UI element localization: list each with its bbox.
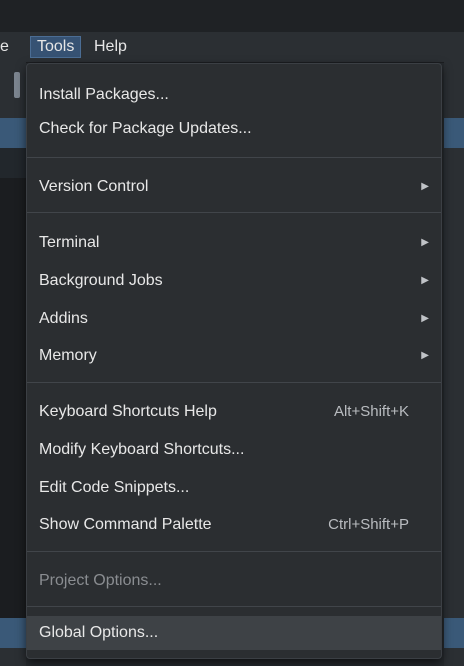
menu-item-version-control[interactable]: Version Control ▶: [27, 170, 441, 204]
menu-item-label: Edit Code Snippets...: [39, 479, 190, 496]
menu-separator: [27, 551, 441, 552]
menu-item-install-packages[interactable]: Install Packages...: [27, 78, 441, 112]
menu-item-label: Terminal: [39, 234, 100, 251]
menu-tools[interactable]: Tools: [30, 36, 82, 58]
submenu-arrow-icon: ▶: [421, 313, 429, 324]
background-status-strip: [0, 618, 26, 648]
menu-item-label: Modify Keyboard Shortcuts...: [39, 441, 245, 458]
background-tab-strip: [0, 118, 26, 148]
menu-item-label: Addins: [39, 310, 88, 327]
scrollbar-thumb[interactable]: [14, 72, 20, 98]
menu-separator: [27, 382, 441, 383]
menu-item-global-options[interactable]: Global Options...: [27, 616, 441, 650]
menu-item-label: Project Options...: [39, 572, 162, 589]
menu-help[interactable]: Help: [88, 36, 133, 58]
menu-item-label: Check for Package Updates...: [39, 120, 252, 137]
shortcut-label: Ctrl+Shift+P: [328, 516, 409, 533]
submenu-arrow-icon: ▶: [421, 237, 429, 248]
menu-item-addins[interactable]: Addins ▶: [27, 302, 441, 336]
menu-item-background-jobs[interactable]: Background Jobs ▶: [27, 264, 441, 298]
menu-item-check-updates[interactable]: Check for Package Updates...: [27, 112, 441, 146]
menu-item-edit-snippets[interactable]: Edit Code Snippets...: [27, 471, 441, 505]
menu-separator: [27, 157, 441, 158]
shortcut-label: Alt+Shift+K: [333, 403, 409, 420]
background-right-status-strip: [444, 618, 464, 648]
submenu-arrow-icon: ▶: [421, 275, 429, 286]
menu-item-terminal[interactable]: Terminal ▶: [27, 226, 441, 260]
menu-edit-partial[interactable]: e: [0, 36, 9, 58]
submenu-arrow-icon: ▶: [421, 181, 429, 192]
menu-item-label: Memory: [39, 347, 97, 364]
menu-item-modify-shortcuts[interactable]: Modify Keyboard Shortcuts...: [27, 433, 441, 467]
menu-item-label: Global Options...: [39, 624, 159, 641]
menu-item-keyboard-shortcuts-help[interactable]: Keyboard Shortcuts Help Alt+Shift+K: [27, 395, 441, 429]
menu-item-project-options: Project Options...: [27, 564, 441, 598]
menu-item-command-palette[interactable]: Show Command Palette Ctrl+Shift+P: [27, 508, 441, 542]
menu-item-label: Keyboard Shortcuts Help: [39, 403, 217, 420]
menu-item-label: Install Packages...: [39, 86, 169, 103]
background-right-tab-strip: [444, 118, 464, 148]
menu-bar: e Tools Help: [0, 32, 464, 63]
menu-item-label: Show Command Palette: [39, 516, 212, 533]
menu-item-memory[interactable]: Memory ▶: [27, 339, 441, 373]
background-editor: [0, 178, 26, 618]
background-right-panel: [444, 62, 464, 666]
menu-separator: [27, 606, 441, 607]
background-toolbar: [0, 148, 26, 178]
tools-dropdown-menu: Install Packages... Check for Package Up…: [26, 63, 442, 659]
submenu-arrow-icon: ▶: [421, 350, 429, 361]
menu-item-label: Version Control: [39, 178, 149, 195]
title-bar: [0, 0, 464, 32]
menu-separator: [27, 212, 441, 213]
menu-item-label: Background Jobs: [39, 272, 163, 289]
